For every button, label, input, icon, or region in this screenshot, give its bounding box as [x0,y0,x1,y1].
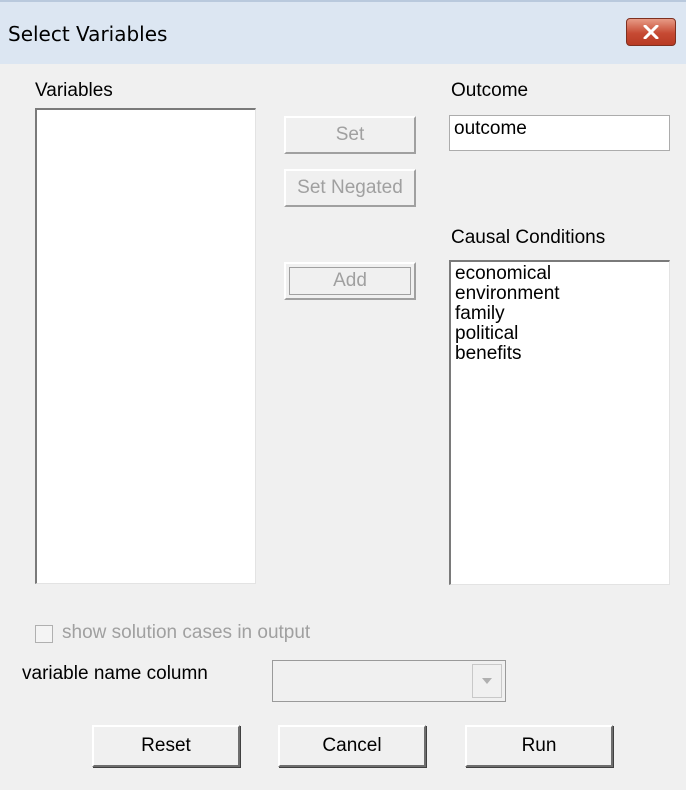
dropdown-button[interactable] [472,664,502,698]
list-item[interactable]: environment [451,284,669,304]
window-title: Select Variables [8,22,168,46]
list-item[interactable]: benefits [451,344,669,364]
reset-button[interactable]: Reset [92,725,240,767]
set-button[interactable]: Set [284,116,416,154]
list-item[interactable]: family [451,304,669,324]
chevron-down-icon [482,678,492,684]
run-button[interactable]: Run [465,725,613,767]
close-icon [643,25,659,39]
title-bar: Select Variables [0,0,686,64]
outcome-label: Outcome [451,80,529,101]
causal-conditions-list[interactable]: economical environment family political … [449,260,670,585]
add-button[interactable]: Add [284,262,416,300]
show-solution-cases-checkbox[interactable] [35,625,53,643]
list-item[interactable]: political [451,324,669,344]
show-solution-cases-label: show solution cases in output [62,622,311,643]
variable-name-column-label: variable name column [22,663,208,684]
outcome-field[interactable]: outcome [449,115,670,151]
variables-list[interactable] [35,108,256,584]
causal-conditions-label: Causal Conditions [451,227,606,248]
variable-name-column-select[interactable] [272,660,506,702]
variables-label: Variables [35,80,113,101]
list-item[interactable]: economical [451,264,669,284]
set-negated-button[interactable]: Set Negated [284,169,416,207]
cancel-button[interactable]: Cancel [278,725,426,767]
close-button[interactable] [626,18,676,46]
